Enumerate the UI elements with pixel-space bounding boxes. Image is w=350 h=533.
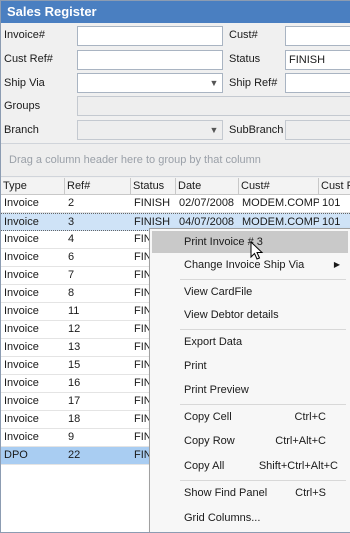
submenu-arrow-icon: ▶	[333, 260, 340, 269]
invoice-field[interactable]	[77, 26, 223, 46]
cell-ref[interactable]: 4	[65, 231, 131, 248]
cell-type[interactable]: Invoice	[1, 357, 65, 374]
menu-item-export-data[interactable]: Export Data	[152, 331, 348, 353]
cell-ref[interactable]: 9	[65, 429, 131, 446]
menu-item-label: Print Preview	[184, 384, 249, 396]
groups-field[interactable]	[77, 96, 350, 116]
menu-item-label: Print	[184, 360, 207, 372]
cell-type[interactable]: Invoice	[1, 375, 65, 392]
menu-item-label: Grid Columns...	[184, 512, 261, 524]
menu-item-label: Copy All	[184, 460, 225, 472]
cell-type[interactable]: Invoice	[1, 249, 65, 266]
cell-type[interactable]: Invoice	[1, 231, 65, 248]
cell-ref[interactable]: 6	[65, 249, 131, 266]
cell-cust[interactable]: MODEM.COMP	[239, 195, 319, 212]
menu-divider	[180, 404, 346, 405]
cust-ref-field[interactable]	[77, 50, 223, 70]
menu-item-label: Copy Cell	[184, 411, 232, 423]
menu-item-copy-cell[interactable]: Copy Cell Ctrl+C	[152, 406, 348, 428]
cell-ref[interactable]: 3	[65, 214, 131, 231]
menu-item-label: View Debtor details	[184, 309, 279, 321]
chevron-down-icon[interactable]: ▼	[207, 75, 221, 91]
column-header-type[interactable]: Type	[1, 178, 65, 195]
cell-ref[interactable]: 7	[65, 267, 131, 284]
cell-type[interactable]: Invoice	[1, 393, 65, 410]
menu-item-show-find-panel[interactable]: Show Find Panel Ctrl+S	[152, 482, 348, 504]
cell-type[interactable]: DPO	[1, 447, 65, 464]
cell-ref[interactable]: 17	[65, 393, 131, 410]
cell-date[interactable]: 02/07/2008	[176, 195, 239, 212]
menu-item-label: Change Invoice Ship Via	[184, 259, 305, 271]
menu-item-label: Show Find Panel	[184, 487, 268, 499]
cell-ref[interactable]: 18	[65, 411, 131, 428]
menu-item-shortcut: Ctrl+S	[295, 487, 326, 499]
menu-item-copy-row[interactable]: Copy Row Ctrl+Alt+C	[152, 430, 348, 452]
column-header-date[interactable]: Date	[176, 178, 239, 195]
menu-item-view-debtor[interactable]: View Debtor details	[152, 304, 348, 326]
cell-ref[interactable]: 8	[65, 285, 131, 302]
cell-ref[interactable]: 2	[65, 195, 131, 212]
cell-type[interactable]: Invoice	[1, 429, 65, 446]
column-header-ref[interactable]: Ref#	[65, 178, 131, 195]
cust-field[interactable]	[285, 26, 350, 46]
cell-type[interactable]: Invoice	[1, 411, 65, 428]
branch-combo[interactable]: ▼	[77, 120, 223, 140]
cell-cust-ref[interactable]: 101	[319, 195, 350, 212]
column-header-status[interactable]: Status	[131, 178, 176, 195]
menu-item-shortcut: Ctrl+C	[294, 411, 326, 423]
cell-type[interactable]: Invoice	[1, 267, 65, 284]
cell-ref[interactable]: 11	[65, 303, 131, 320]
column-header-cust-ref[interactable]: Cust R	[319, 178, 350, 195]
ship-via-combo[interactable]: ▼	[77, 73, 223, 93]
menu-item-label: View CardFile	[184, 286, 253, 298]
cell-type[interactable]: Invoice	[1, 303, 65, 320]
group-by-panel[interactable]: Drag a column header here to group by th…	[1, 143, 350, 177]
context-menu: Print Invoice # 3 Change Invoice Ship Vi…	[149, 228, 350, 532]
menu-divider	[180, 329, 346, 330]
cell-type[interactable]: Invoice	[1, 214, 65, 231]
ship-via-label: Ship Via	[4, 77, 45, 89]
chevron-down-icon[interactable]: ▼	[207, 122, 221, 138]
cell-ref[interactable]: 22	[65, 447, 131, 464]
menu-item-print[interactable]: Print	[152, 355, 348, 377]
branch-label: Branch	[4, 124, 39, 136]
cell-type[interactable]: Invoice	[1, 285, 65, 302]
status-label: Status	[229, 53, 261, 65]
menu-item-shortcut: Shift+Ctrl+Alt+C	[258, 460, 338, 472]
cell-ref[interactable]: 13	[65, 339, 131, 356]
cell-type[interactable]: Invoice	[1, 195, 65, 212]
cust-label: Cust#	[229, 29, 258, 41]
cell-ref[interactable]: 16	[65, 375, 131, 392]
cust-ref-label: Cust Ref#	[4, 53, 53, 65]
menu-item-view-cardfile[interactable]: View CardFile	[152, 281, 348, 303]
column-header-cust[interactable]: Cust#	[239, 178, 319, 195]
menu-item-label: Export Data	[184, 336, 243, 348]
menu-item-label: Copy Row	[184, 435, 235, 447]
menu-divider	[180, 480, 346, 481]
subbranch-label: SubBranch	[229, 124, 284, 136]
menu-divider	[180, 279, 346, 280]
menu-item-grid-columns[interactable]: Grid Columns...	[152, 507, 348, 529]
ship-ref-label: Ship Ref#	[229, 77, 278, 89]
cell-status[interactable]: FINISH	[131, 195, 176, 212]
cell-type[interactable]: Invoice	[1, 321, 65, 338]
cell-ref[interactable]: 15	[65, 357, 131, 374]
menu-item-shortcut: Ctrl+Alt+C	[275, 435, 326, 447]
status-field[interactable]: FINISH	[285, 50, 350, 70]
menu-item-print-preview[interactable]: Print Preview	[152, 379, 348, 401]
table-row[interactable]: Invoice 2 FINISH 02/07/2008 MODEM.COMP 101	[1, 195, 350, 213]
group-by-hint: Drag a column header here to group by th…	[9, 154, 261, 166]
sales-register-window: Sales Register Invoice# Cust# Cust Ref# …	[0, 0, 350, 533]
cell-type[interactable]: Invoice	[1, 339, 65, 356]
groups-label: Groups	[4, 100, 41, 112]
cell-ref[interactable]: 12	[65, 321, 131, 338]
mouse-pointer-icon	[250, 241, 264, 260]
invoice-label: Invoice#	[4, 29, 45, 41]
ship-ref-field[interactable]	[285, 73, 350, 93]
subbranch-field[interactable]	[285, 120, 350, 140]
window-title: Sales Register	[1, 1, 350, 23]
menu-item-copy-all[interactable]: Copy All Shift+Ctrl+Alt+C	[152, 455, 348, 477]
